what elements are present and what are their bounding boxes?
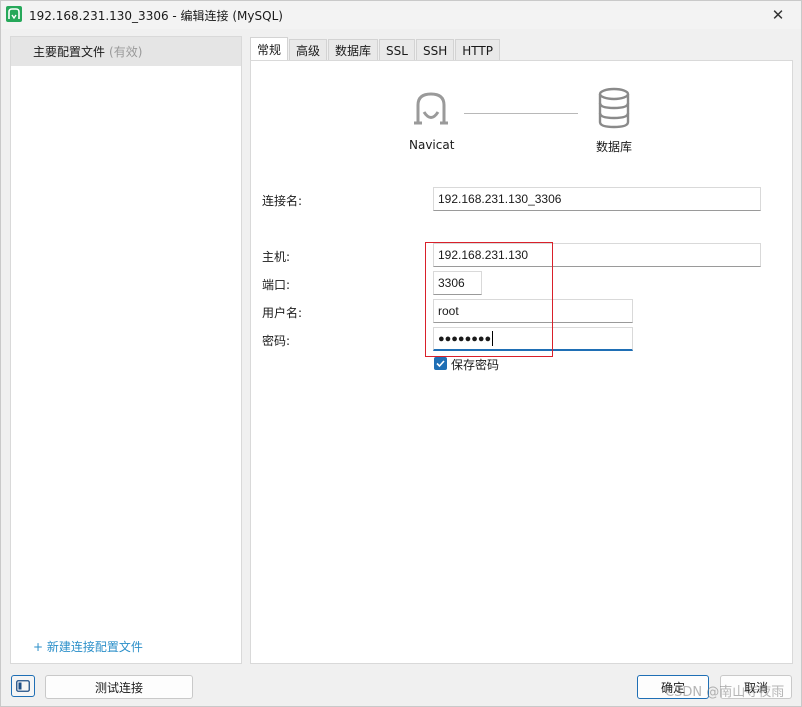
new-profile-link[interactable]: + 新建连接配置文件 xyxy=(33,638,143,655)
general-tab-panel xyxy=(250,60,793,664)
window-title: 192.168.231.130_3306 - 编辑连接 (MySQL) xyxy=(29,9,283,23)
password-label: 密码: xyxy=(262,334,291,348)
tab-database[interactable]: 数据库 xyxy=(328,39,379,61)
profile-item-main[interactable]: 主要配置文件 (有效) xyxy=(11,37,241,66)
connection-name-input[interactable]: 192.168.231.130_3306 xyxy=(433,187,761,211)
tab-general[interactable]: 常规 xyxy=(250,37,289,61)
save-password-label[interactable]: 保存密码 xyxy=(451,356,499,373)
tab-ssl[interactable]: SSL xyxy=(379,39,415,61)
host-label: 主机: xyxy=(262,250,291,264)
database-icon xyxy=(597,87,631,129)
toggle-sidebar-icon[interactable] xyxy=(11,675,35,697)
username-label: 用户名: xyxy=(262,306,303,320)
navicat-logo-icon xyxy=(409,87,453,131)
cancel-button[interactable]: 取消 xyxy=(720,675,792,699)
host-input[interactable]: 192.168.231.130 xyxy=(433,243,761,267)
edit-connection-window: 192.168.231.130_3306 - 编辑连接 (MySQL) ✕ 主要… xyxy=(0,0,802,707)
navicat-label: Navicat xyxy=(409,138,455,152)
close-icon[interactable]: ✕ xyxy=(755,1,801,29)
port-label: 端口: xyxy=(262,278,291,292)
text-caret xyxy=(492,331,494,346)
checkmark-icon xyxy=(436,360,445,368)
port-input[interactable]: 3306 xyxy=(433,271,482,295)
save-password-checkbox[interactable] xyxy=(434,357,447,370)
profile-status: (有效) xyxy=(109,45,143,59)
navicat-app-icon xyxy=(6,6,22,22)
ok-button[interactable]: 确定 xyxy=(637,675,709,699)
database-label: 数据库 xyxy=(596,140,633,154)
tab-ssh[interactable]: SSH xyxy=(415,39,455,61)
profile-name: 主要配置文件 xyxy=(33,45,106,59)
connection-profile-list: 主要配置文件 (有效) + 新建连接配置文件 xyxy=(10,36,242,664)
password-input[interactable]: ●●●●●●●● xyxy=(433,327,633,351)
username-input[interactable]: root xyxy=(433,299,633,323)
connection-line xyxy=(464,113,578,114)
test-connection-button[interactable]: 测试连接 xyxy=(45,675,193,699)
tab-http[interactable]: HTTP xyxy=(455,39,500,61)
password-value: ●●●●●●●● xyxy=(438,332,492,345)
connection-name-label: 连接名: xyxy=(262,194,303,208)
settings-tabs: 常规 高级 数据库 SSL SSH HTTP xyxy=(250,37,501,61)
tab-advanced[interactable]: 高级 xyxy=(289,39,328,61)
title-bar[interactable]: 192.168.231.130_3306 - 编辑连接 (MySQL) ✕ xyxy=(1,1,801,29)
